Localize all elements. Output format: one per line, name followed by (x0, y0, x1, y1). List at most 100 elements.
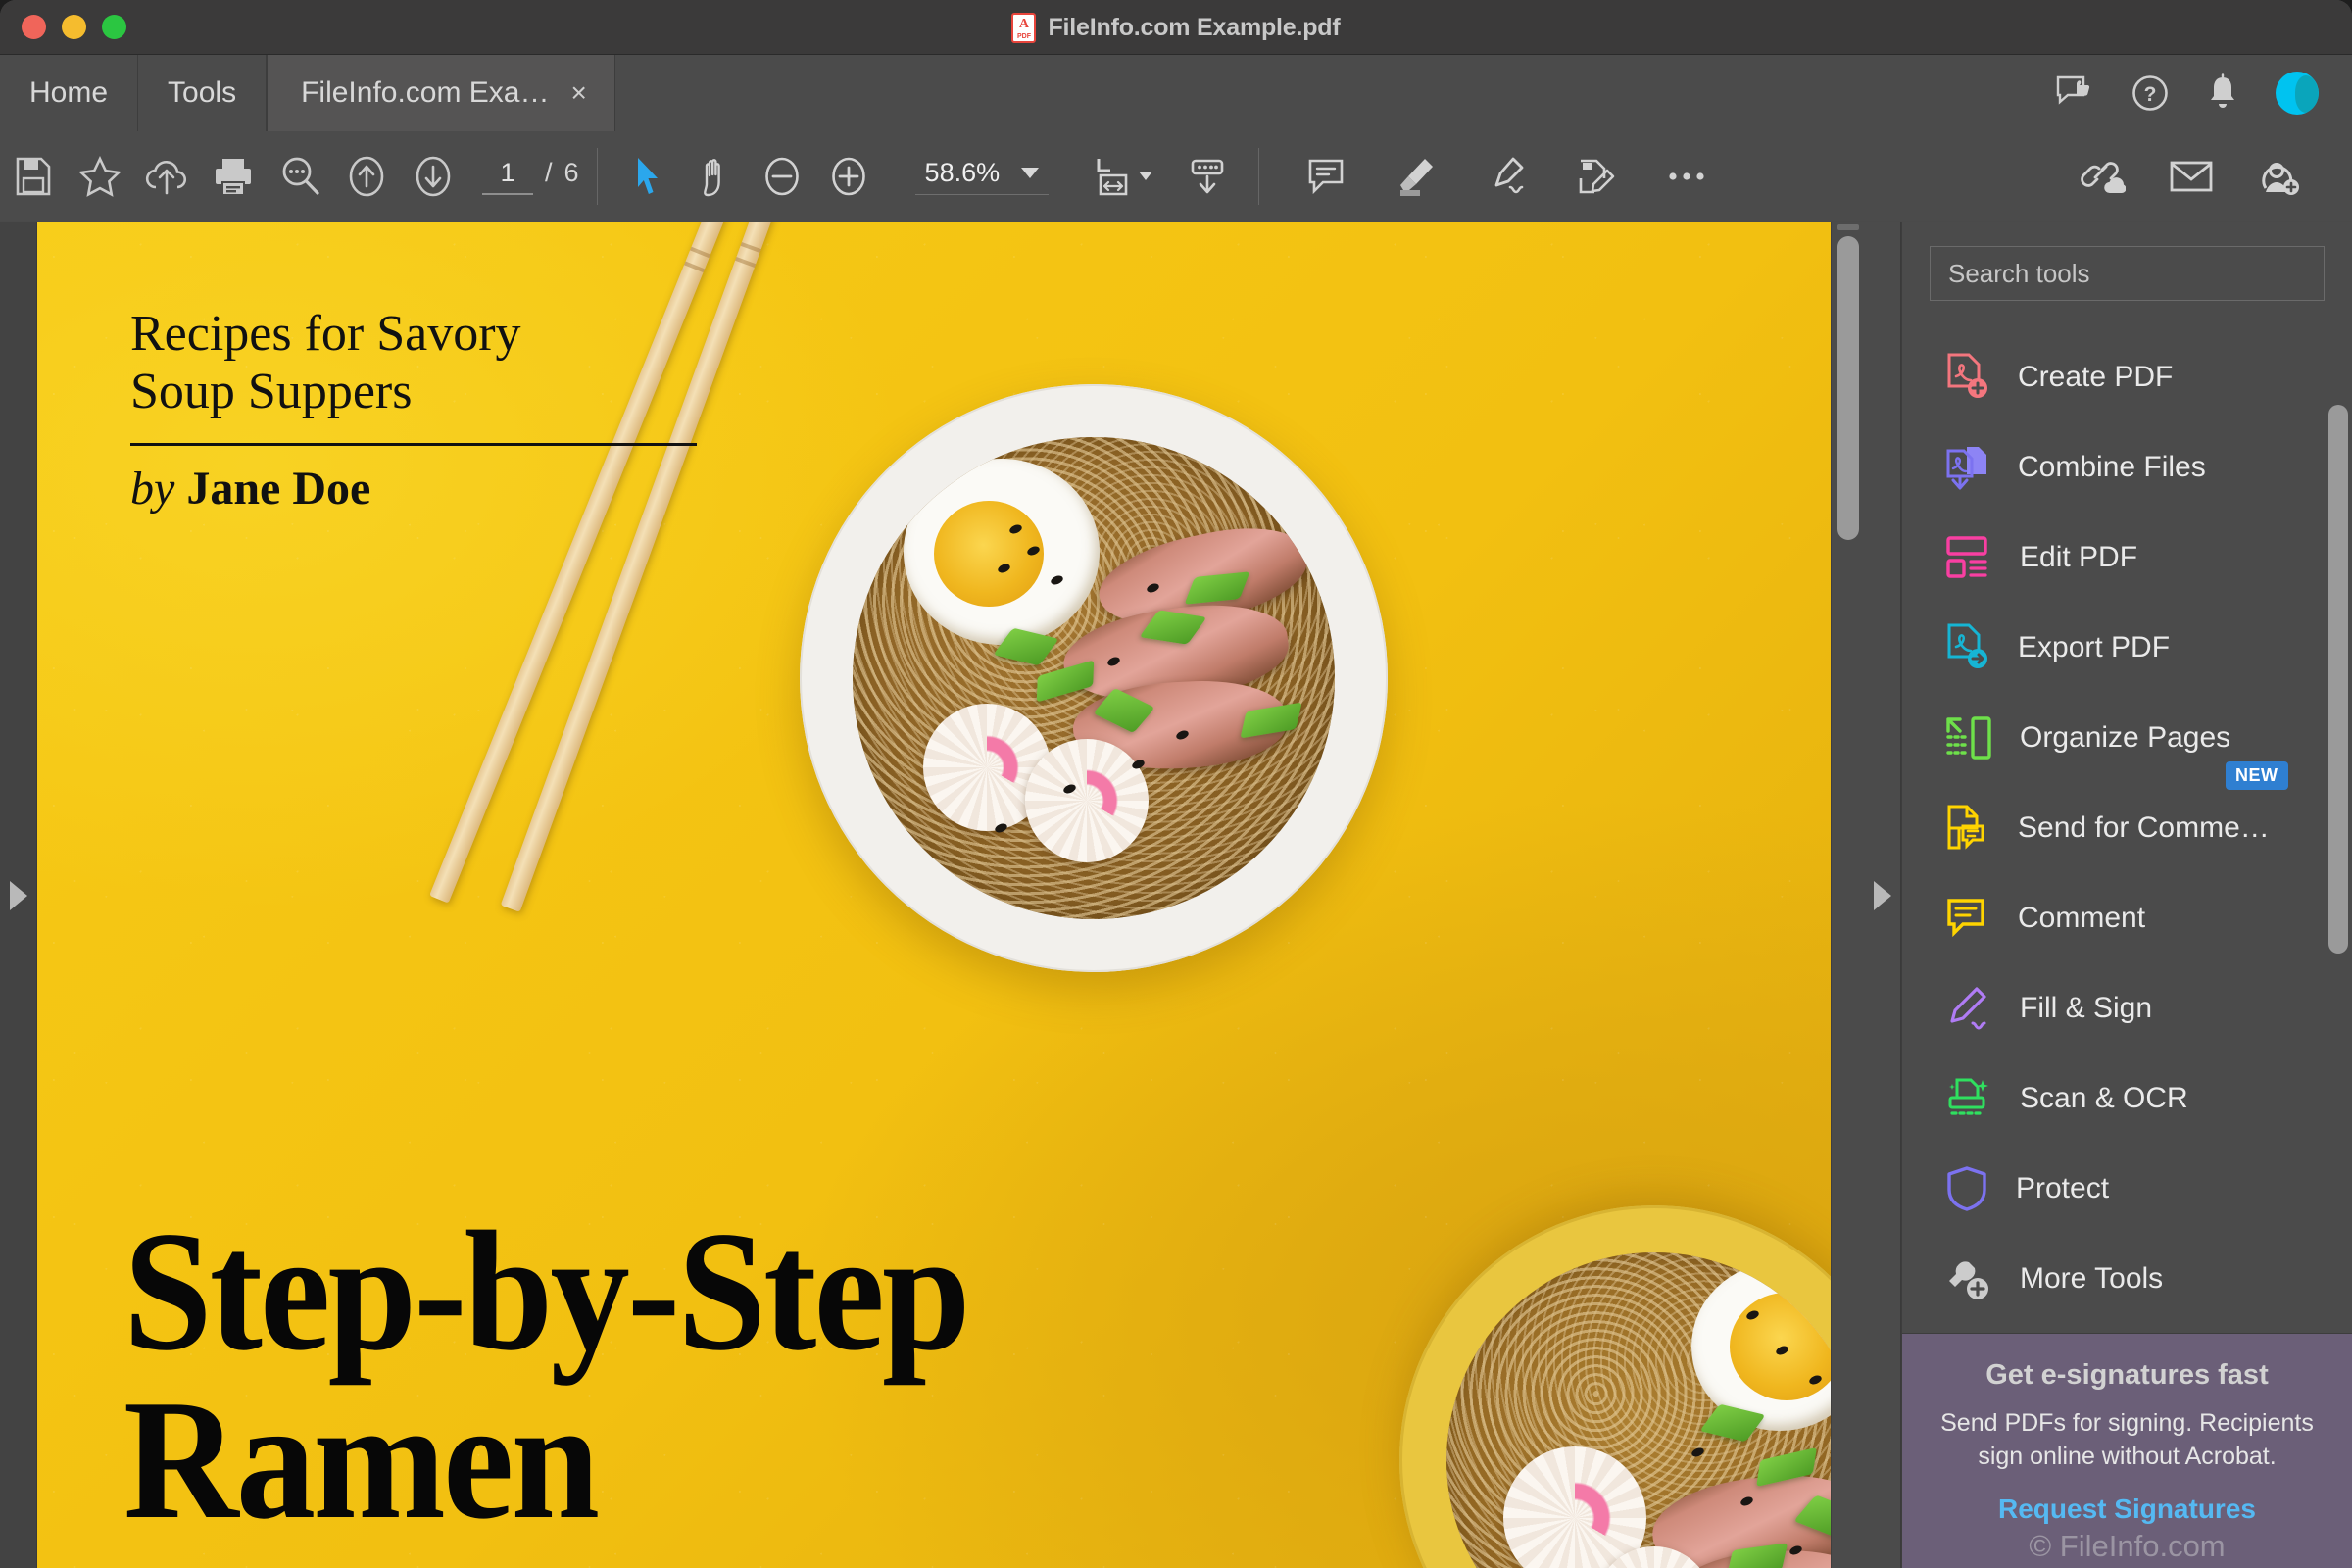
headline-line-2: Ramen (123, 1363, 600, 1554)
pdf-icon-label: PDF (1016, 32, 1031, 40)
tool-label: Scan & OCR (2020, 1082, 2188, 1114)
send-for-comments-icon (1945, 805, 1990, 852)
toolbar-divider (596, 147, 598, 205)
fit-width-icon[interactable] (1080, 143, 1147, 210)
chevron-down-icon[interactable] (1021, 167, 1040, 178)
previous-page-icon[interactable] (333, 143, 400, 210)
scrollbar-thumb[interactable] (1838, 236, 1859, 540)
bowl-broth (1446, 1252, 1833, 1568)
window-titlebar: A PDF FileInfo.com Example.pdf (0, 0, 2352, 55)
narutomaki-spiral (1530, 1473, 1620, 1563)
scroll-mode-icon[interactable] (1174, 143, 1241, 210)
tools-sidebar: Create PDF Combine Files Edit PDF (1901, 222, 2352, 1568)
export-pdf-icon (1945, 623, 1990, 672)
page-number-input[interactable]: 1 (482, 158, 533, 195)
upload-cloud-icon[interactable] (133, 143, 200, 210)
tool-label: Combine Files (2018, 451, 2206, 483)
tool-label: Create PDF (2018, 361, 2174, 393)
expand-left-panel-icon[interactable] (9, 880, 27, 910)
tab-document[interactable]: FileInfo.com Exa… × (267, 55, 615, 131)
main-toolbar: 1 / 6 58.6% (0, 131, 2352, 221)
tools-panel-scrollbar-thumb[interactable] (2328, 405, 2348, 954)
highlighter-icon[interactable] (1383, 143, 1449, 210)
zoom-level-control[interactable]: 58.6% (914, 157, 1050, 195)
search-tools-wrap (1902, 222, 2352, 311)
main-content-area: Recipes for Savory Soup Suppers by Jane … (0, 222, 2352, 1568)
narutomaki-spiral (1048, 761, 1126, 840)
left-panel-toggle[interactable] (0, 222, 37, 1568)
tool-label: Send for Comme… (2018, 811, 2270, 844)
tab-tools[interactable]: Tools (138, 55, 268, 131)
tool-item-scan-and-ocr[interactable]: Scan & OCR (1902, 1054, 2352, 1144)
print-icon[interactable] (200, 143, 267, 210)
tab-close-icon[interactable]: × (571, 79, 587, 107)
feedback-icon[interactable] (2056, 75, 2095, 111)
search-tools-input[interactable] (1930, 246, 2325, 301)
select-cursor-icon[interactable] (615, 143, 682, 210)
tab-tools-label: Tools (168, 76, 237, 109)
page-separator: / (545, 157, 553, 187)
more-tools-icon (1945, 1256, 1992, 1301)
cover-divider-rule (130, 442, 697, 446)
tool-item-export-pdf[interactable]: Export PDF (1902, 603, 2352, 693)
close-window-button[interactable] (22, 15, 46, 39)
tool-item-organize-pages[interactable]: Organize Pages NEW (1902, 693, 2352, 790)
find-search-icon[interactable] (267, 143, 333, 210)
save-icon[interactable] (0, 143, 67, 210)
tool-label: More Tools (2020, 1262, 2164, 1295)
sign-pen-icon[interactable] (1473, 143, 1540, 210)
expand-right-panel-icon[interactable] (1873, 880, 1891, 910)
document-viewport[interactable]: Recipes for Savory Soup Suppers by Jane … (37, 222, 1864, 1568)
headline-line-1: Step-by-Step (123, 1196, 971, 1386)
zoom-level-value: 58.6% (924, 157, 1001, 187)
tool-item-more-tools[interactable]: More Tools (1902, 1234, 2352, 1324)
account-avatar[interactable] (2276, 72, 2319, 115)
narutomaki-slice (1025, 739, 1149, 862)
tool-item-fill-and-sign[interactable]: Fill & Sign (1902, 963, 2352, 1054)
fit-options-chevron-down-icon[interactable] (1139, 172, 1153, 180)
cover-title-line-1: Recipes for Savory (130, 306, 521, 362)
invite-people-icon[interactable] (2246, 143, 2313, 210)
pan-hand-icon[interactable] (682, 143, 749, 210)
scrollbar-top-cap (1838, 224, 1859, 230)
tool-label: Edit PDF (2020, 541, 2138, 573)
promo-title: Get e-signatures fast (1985, 1359, 2269, 1391)
document-scrollbar[interactable] (1831, 222, 1864, 1568)
tool-item-create-pdf[interactable]: Create PDF (1902, 332, 2352, 422)
promo-body-line-2: sign online without Acrobat. (1978, 1442, 2277, 1470)
edit-pdf-icon[interactable] (1563, 143, 1630, 210)
tool-label: Export PDF (2018, 631, 2171, 663)
zoom-in-icon[interactable] (815, 143, 882, 210)
tool-item-comment[interactable]: Comment (1902, 873, 2352, 963)
minimize-window-button[interactable] (62, 15, 86, 39)
tool-item-combine-files[interactable]: Combine Files (1902, 422, 2352, 513)
tab-home[interactable]: Home (0, 55, 139, 131)
cover-heading-block: Recipes for Savory Soup Suppers by Jane … (130, 306, 718, 515)
top-right-icon-group: ? (2056, 55, 2352, 131)
request-signatures-link[interactable]: Request Signatures (1932, 1494, 2323, 1525)
help-icon[interactable]: ? (2131, 74, 2170, 113)
protect-shield-icon (1945, 1165, 1988, 1212)
maximize-window-button[interactable] (102, 15, 126, 39)
email-icon[interactable] (2158, 143, 2225, 210)
tool-item-protect[interactable]: Protect (1902, 1144, 2352, 1234)
window-title-group: A PDF FileInfo.com Example.pdf (0, 0, 2352, 55)
comment-icon[interactable] (1293, 143, 1359, 210)
zoom-out-icon[interactable] (749, 143, 815, 210)
toolbar-mode-group (615, 143, 882, 210)
toolbar-fit-group (1080, 143, 1241, 210)
share-link-icon[interactable] (2070, 143, 2136, 210)
tool-item-edit-pdf[interactable]: Edit PDF (1902, 513, 2352, 603)
tab-home-label: Home (29, 76, 109, 109)
page-total: 6 (564, 157, 579, 187)
tool-item-send-for-comments[interactable]: Send for Comme… (1902, 783, 2352, 873)
next-page-icon[interactable] (400, 143, 466, 210)
pdf-file-icon: A PDF (1011, 12, 1037, 43)
star-favorite-icon[interactable] (67, 143, 133, 210)
right-panel-toggle[interactable] (1864, 222, 1901, 1568)
ramen-bowl-yellow (1399, 1205, 1833, 1568)
tools-list: Create PDF Combine Files Edit PDF Export… (1902, 311, 2352, 1333)
more-options-icon[interactable] (1653, 143, 1720, 210)
tool-label: Fill & Sign (2020, 992, 2153, 1024)
notifications-bell-icon[interactable] (2205, 74, 2240, 113)
